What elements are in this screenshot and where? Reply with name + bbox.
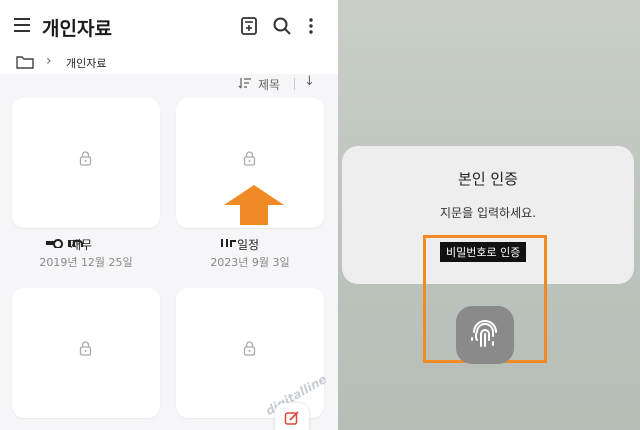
edit-icon	[284, 411, 299, 425]
breadcrumb-item[interactable]: 개인자료	[66, 55, 106, 71]
edit-button[interactable]	[275, 403, 309, 430]
folder-card[interactable]	[12, 288, 160, 418]
folder-name: 일정	[236, 238, 260, 252]
menu-icon[interactable]	[14, 18, 32, 32]
lock-icon	[243, 341, 256, 356]
chevron-right-icon: ›	[46, 53, 52, 69]
folder-date: 2019년 12월 25일	[39, 256, 133, 269]
more-options-icon[interactable]	[300, 15, 322, 37]
dialog-title: 본인 인증	[458, 170, 518, 188]
page-title: 개인자료	[42, 18, 112, 40]
folder-date: 2023년 9월 3일	[210, 256, 290, 269]
breadcrumb: › 개인자료	[0, 52, 338, 74]
sort-icon[interactable]	[238, 77, 252, 89]
sort-direction-icon[interactable]: ↓	[304, 74, 315, 89]
dialog-subtitle: 지문을 입력하세요.	[440, 206, 536, 220]
lock-icon	[79, 341, 92, 356]
fingerprint-sensor[interactable]	[456, 306, 514, 364]
sort-label[interactable]: 제목	[258, 76, 280, 93]
folder-card[interactable]	[12, 98, 160, 228]
file-manager-panel: 개인자료 › 개인자료 제목 ↓ 재무 2019년 12월 25일 일정 202…	[0, 0, 338, 430]
auth-panel: 본인 인증 지문을 입력하세요. 비밀번호로 인증	[338, 0, 640, 430]
search-icon[interactable]	[271, 15, 293, 37]
arrow-up-icon	[224, 185, 284, 225]
divider	[294, 78, 295, 90]
folder-name: 재무	[69, 238, 93, 252]
lock-icon	[243, 151, 256, 166]
folder-icon[interactable]	[16, 55, 34, 69]
sort-bar: 제목 ↓	[0, 74, 338, 94]
new-folder-icon[interactable]	[238, 15, 260, 37]
top-bar: 개인자료	[0, 0, 338, 52]
fingerprint-icon	[471, 320, 497, 347]
lock-icon	[79, 151, 92, 166]
